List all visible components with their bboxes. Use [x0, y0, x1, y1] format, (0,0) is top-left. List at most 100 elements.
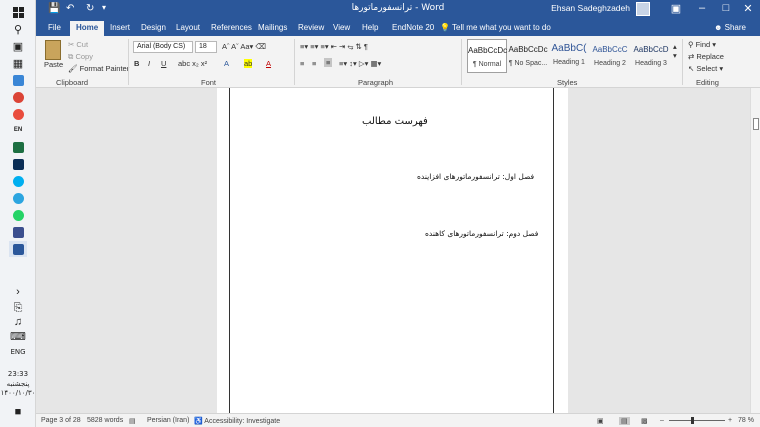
search-icon[interactable]: ⚲ [9, 21, 27, 37]
replace-label: Replace [696, 52, 724, 61]
user-name[interactable]: Ehsan Sadeghzadeh [551, 3, 630, 13]
tab-layout[interactable]: Layout [170, 21, 206, 36]
underline-button[interactable]: U [161, 59, 166, 68]
bold-button[interactable]: B [134, 59, 139, 68]
tab-references[interactable]: References [205, 21, 258, 36]
chrome-icon[interactable] [9, 89, 27, 105]
clock-time[interactable]: 23:33 [0, 370, 36, 379]
tab-help[interactable]: Help [356, 21, 384, 36]
style-heading-2[interactable]: AaBbCcC Heading 2 [590, 39, 630, 73]
format-painter-button[interactable]: 🖌 Format Painter [68, 64, 129, 73]
grow-font-icon[interactable]: Aˆ Aˇ Aa▾ ⌫ [222, 42, 266, 51]
minimize-button[interactable]: – [692, 2, 712, 14]
whatsapp-icon[interactable] [9, 207, 27, 223]
tab-mailings[interactable]: Mailings [252, 21, 293, 36]
tab-design[interactable]: Design [135, 21, 172, 36]
maximize-button[interactable]: □ [716, 2, 736, 14]
record-app-icon[interactable] [9, 106, 27, 122]
language-status[interactable]: Persian (Iran) [147, 417, 189, 424]
web-layout-icon[interactable]: ▩ [641, 417, 648, 425]
tab-home[interactable]: Home [70, 21, 105, 36]
ribbon-display-icon[interactable]: ▣ [666, 2, 686, 15]
replace-button[interactable]: ⇄ Replace [688, 52, 724, 61]
page-count[interactable]: Page 3 of 28 [41, 417, 81, 424]
text-effects-icon[interactable]: A [224, 59, 229, 68]
proofing-icon[interactable]: ▤ [129, 417, 136, 425]
zoom-in-icon[interactable]: + [728, 417, 732, 424]
cut-button[interactable]: ✂ Cut [68, 40, 88, 49]
chevron-up-icon[interactable]: › [9, 284, 27, 300]
zoom-out-icon[interactable]: – [660, 417, 664, 424]
style-name: Heading 1 [553, 59, 585, 66]
style-normal[interactable]: AaBbCcDc ¶ Normal [467, 39, 507, 73]
ribbon-tabs: File Home Insert Design Layout Reference… [36, 19, 760, 36]
align-left-icon[interactable]: ≡ [300, 59, 304, 68]
keyboard-language[interactable]: ENG [0, 348, 36, 357]
clock-date: ۱۴۰۰/۱۰/۳۰ [0, 389, 36, 397]
paste-icon[interactable] [45, 40, 61, 60]
align-center-icon[interactable]: ≡ [312, 59, 316, 68]
file-explorer-icon[interactable] [9, 72, 27, 88]
zoom-slider-thumb[interactable] [691, 417, 694, 424]
windows-start-icon[interactable] [9, 4, 27, 20]
vertical-scrollbar[interactable] [750, 88, 760, 413]
tab-endnote[interactable]: EndNote 20 [386, 21, 440, 36]
font-family-select[interactable]: Arial (Body CS) [133, 41, 193, 53]
status-bar: Page 3 of 28 5828 words ▤ Persian (Iran)… [36, 413, 760, 427]
justify-icon[interactable]: ≡▾ ↕▾ ▷▾ ▦▾ [339, 59, 381, 68]
font-size-select[interactable]: 18 [195, 41, 217, 53]
skype-icon[interactable] [9, 173, 27, 189]
style-no-spacing[interactable]: AaBbCcDc ¶ No Spac... [508, 39, 548, 73]
tab-file[interactable]: File [42, 21, 67, 36]
notifications-icon[interactable]: ■ [9, 404, 27, 420]
tab-view[interactable]: View [327, 21, 356, 36]
photoshop-icon[interactable] [9, 156, 27, 172]
select-button[interactable]: ↖ Select ▾ [688, 64, 723, 73]
share-button[interactable]: ☻ Share [714, 23, 746, 32]
avatar[interactable] [636, 2, 650, 16]
find-button[interactable]: ⚲ Find ▾ [688, 40, 716, 49]
app-icon[interactable] [9, 224, 27, 240]
title-bar: 💾 ↶ ↻ ▾ ترانسفورماتورها - Word Ehsan Sad… [36, 0, 760, 19]
telegram-icon[interactable] [9, 190, 27, 206]
zoom-level[interactable]: 78 % [738, 417, 754, 424]
word-taskbar-icon[interactable] [9, 241, 27, 257]
document-page[interactable]: فهرست مطالب فصل اول: ترانسفورماتورهای اف… [217, 88, 568, 413]
excel-icon[interactable] [9, 139, 27, 155]
zoom-slider[interactable] [669, 420, 725, 421]
close-button[interactable]: ✕ [738, 2, 758, 15]
style-preview: AaBbCcDc [508, 45, 548, 54]
word-count[interactable]: 5828 words [87, 417, 123, 424]
keyboard-icon[interactable]: ⌨ [9, 328, 27, 344]
font-color-icon[interactable]: A [266, 59, 271, 68]
read-mode-icon[interactable]: ▣ [597, 417, 604, 425]
tell-me-box[interactable]: 💡 Tell me what you want to do [440, 23, 551, 32]
cut-label: Cut [76, 40, 89, 49]
task-view-icon[interactable]: ▣ [9, 38, 27, 54]
style-name: ¶ Normal [472, 61, 502, 68]
style-heading-1[interactable]: AaBbC( Heading 1 [549, 39, 589, 73]
style-name: Heading 2 [594, 60, 626, 67]
toc-line[interactable]: فصل اول: ترانسفورماتورهای افزاینده [417, 172, 534, 181]
bullets-icon[interactable]: ≡▾ ≡▾ ≡▾ ⇤ ⇥ ⥃ ⇅ ¶ [300, 42, 368, 52]
font-group-label: Font [201, 78, 217, 87]
language-tray[interactable]: EN [9, 122, 27, 138]
scrollbar-thumb[interactable] [753, 118, 759, 130]
style-heading-3[interactable]: AaBbCcD Heading 3 [631, 39, 671, 73]
strikethrough-button[interactable]: abc x₂ x² [178, 59, 207, 68]
paste-button[interactable]: Paste [44, 60, 63, 69]
calculator-icon[interactable]: ▦ [9, 55, 27, 71]
italic-button[interactable]: I [148, 59, 150, 68]
toc-heading[interactable]: فهرست مطالب [362, 116, 428, 127]
highlight-icon[interactable]: ab [244, 59, 253, 68]
tab-review[interactable]: Review [292, 21, 330, 36]
tab-insert[interactable]: Insert [104, 21, 136, 36]
toc-line[interactable]: فصل دوم: ترانسفورماتورهای کاهنده [425, 229, 538, 238]
accessibility-status[interactable]: ♿ Accessibility: Investigate [194, 417, 280, 425]
page-margin-line [553, 88, 554, 413]
print-layout-icon[interactable]: ▤ [619, 417, 630, 425]
copy-button[interactable]: ⧉ Copy [68, 52, 93, 62]
styles-group-label: Styles [557, 78, 578, 87]
styles-scroll-icon[interactable]: ▴ ▾ [673, 42, 677, 60]
align-right-icon[interactable]: ≡ [324, 58, 333, 67]
